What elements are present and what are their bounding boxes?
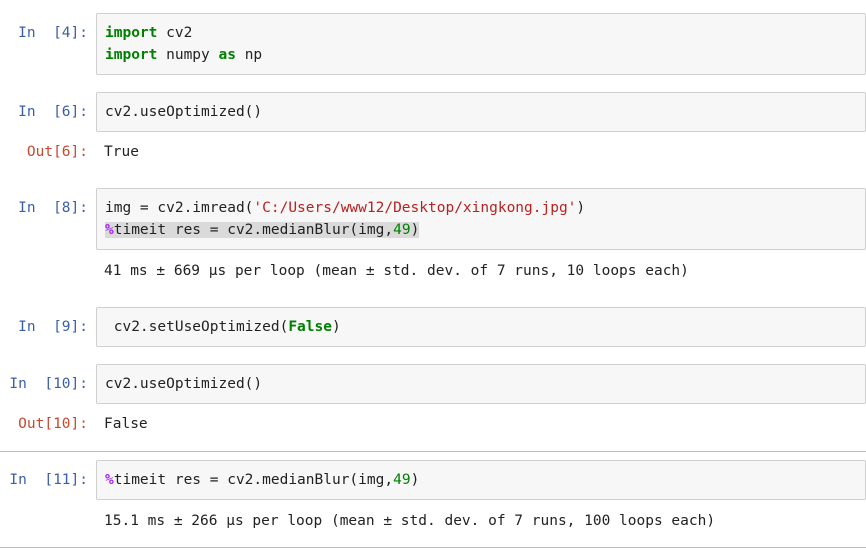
code-text: np xyxy=(235,47,263,63)
code-text: timeit res = cv2.medianBlur(img, xyxy=(113,222,394,238)
code-input[interactable]: cv2.useOptimized() xyxy=(96,92,866,132)
code-input[interactable]: import cv2 import numpy as np xyxy=(96,13,866,75)
magic-symbol: % xyxy=(105,222,114,238)
code-line: cv2.useOptimized() xyxy=(105,376,263,392)
code-text: ) xyxy=(576,200,586,216)
code-input[interactable]: cv2.useOptimized() xyxy=(96,364,866,404)
code-input[interactable]: cv2.setUseOptimized(False) xyxy=(96,307,866,347)
code-input[interactable]: img = cv2.imread('C:/Users/www12/Desktop… xyxy=(96,188,866,250)
keyword: as xyxy=(218,47,236,63)
cell-separator xyxy=(0,547,866,548)
code-line: import numpy as np xyxy=(105,44,262,66)
in-prompt: In [6]: xyxy=(18,104,88,120)
string-literal: 'C:/Users/www12/Desktop/xingkong.jpg' xyxy=(253,200,577,216)
code-line: %timeit res = cv2.medianBlur(img,49) xyxy=(105,219,420,241)
code-line: img = cv2.imread('C:/Users/www12/Desktop… xyxy=(105,197,585,219)
magic-symbol: % xyxy=(105,472,114,488)
code-text: numpy xyxy=(157,47,219,63)
code-text: cv2.setUseOptimized( xyxy=(105,319,289,335)
code-text: cv2 xyxy=(157,25,193,41)
in-prompt: In [4]: xyxy=(18,25,88,41)
code-input[interactable]: %timeit res = cv2.medianBlur(img,49) xyxy=(96,460,866,500)
cell-output: 41 ms ± 669 µs per loop (mean ± std. dev… xyxy=(104,263,689,279)
in-prompt: In [9]: xyxy=(18,319,88,335)
code-text: ) xyxy=(410,222,420,238)
cell-separator xyxy=(0,451,866,452)
cell-output: False xyxy=(104,416,148,432)
keyword: False xyxy=(288,319,332,335)
code-text: ) xyxy=(410,472,420,488)
in-prompt: In [8]: xyxy=(18,200,88,216)
number-literal: 49 xyxy=(393,222,411,238)
code-text: img = cv2.imread( xyxy=(105,200,254,216)
code-text: ) xyxy=(331,319,341,335)
highlighted-line: %timeit res = cv2.medianBlur(img,49) xyxy=(105,222,420,238)
keyword: import xyxy=(105,25,158,41)
number-literal: 49 xyxy=(393,472,411,488)
out-prompt: Out[6]: xyxy=(26,144,88,160)
in-prompt: In [11]: xyxy=(9,472,88,488)
code-line: cv2.useOptimized() xyxy=(105,104,263,120)
code-line: import cv2 xyxy=(105,22,192,44)
keyword: import xyxy=(105,47,158,63)
code-text: timeit res = cv2.medianBlur(img, xyxy=(113,472,394,488)
code-line: cv2.setUseOptimized(False) xyxy=(105,316,341,338)
in-prompt: In [10]: xyxy=(9,376,88,392)
cell-output: True xyxy=(104,144,139,160)
code-line: %timeit res = cv2.medianBlur(img,49) xyxy=(105,469,419,491)
out-prompt: Out[10]: xyxy=(18,416,88,432)
cell-output: 15.1 ms ± 266 µs per loop (mean ± std. d… xyxy=(104,513,716,529)
